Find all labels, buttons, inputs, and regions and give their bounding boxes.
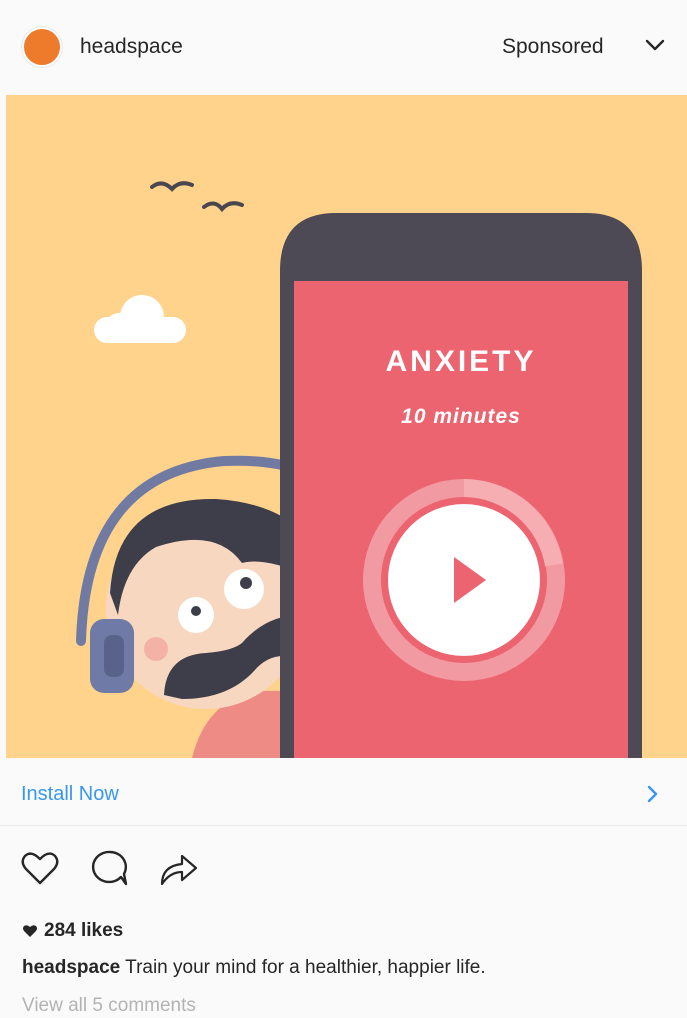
- post-header: headspace Sponsored: [0, 0, 687, 95]
- ad-title: ANXIETY: [385, 345, 536, 378]
- account-avatar[interactable]: [22, 27, 62, 67]
- filled-heart-icon: [23, 925, 37, 937]
- post-actions: [0, 842, 687, 892]
- chevron-down-icon[interactable]: [640, 30, 670, 60]
- sponsored-label: Sponsored: [502, 35, 604, 58]
- ad-subtitle: 10 minutes: [401, 405, 521, 428]
- likes-text: 284 likes: [44, 920, 124, 941]
- share-arrow-icon[interactable]: [156, 846, 200, 890]
- ad-image[interactable]: ANXIETY 10 minutes: [6, 95, 687, 758]
- post-caption: headspace Train your mind for a healthie…: [22, 957, 486, 979]
- caption-username[interactable]: headspace: [22, 957, 120, 978]
- chevron-right-icon[interactable]: [640, 782, 664, 806]
- play-button[interactable]: [363, 479, 565, 681]
- view-comments-link[interactable]: View all 5 comments: [22, 995, 196, 1017]
- caption-text: Train your mind for a healthier, happier…: [120, 957, 486, 978]
- likes-count[interactable]: 284 likes: [22, 920, 123, 942]
- heart-outline-icon[interactable]: [18, 846, 62, 890]
- install-cta-bar[interactable]: Install Now: [0, 758, 687, 826]
- account-username[interactable]: headspace: [80, 35, 183, 59]
- speech-bubble-icon[interactable]: [88, 846, 132, 890]
- install-now-link[interactable]: Install Now: [21, 783, 119, 806]
